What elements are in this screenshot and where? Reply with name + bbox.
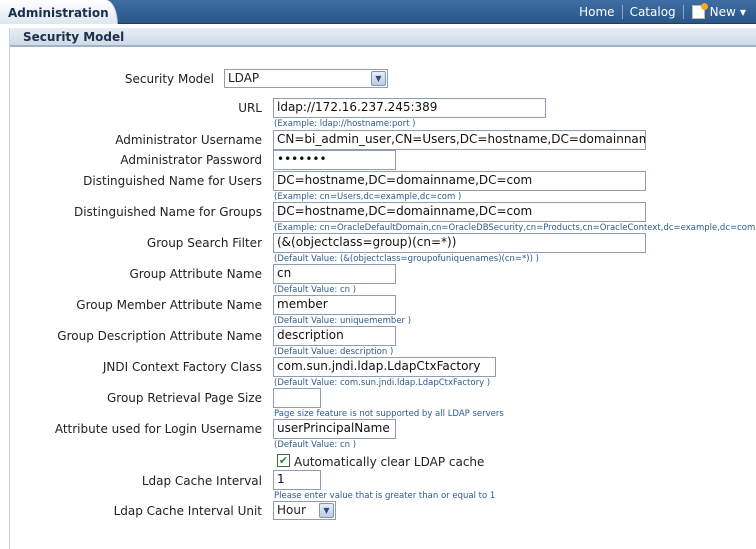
security-model-label: Security Model	[124, 72, 214, 86]
top-bar: Administration Home Catalog New ▼	[0, 0, 756, 24]
new-menu-button[interactable]: New ▼	[684, 3, 756, 19]
home-link[interactable]: Home	[572, 5, 621, 19]
dn-groups-input[interactable]: DC=hostname,DC=domainname,DC=com	[273, 202, 646, 222]
catalog-link[interactable]: Catalog	[623, 5, 683, 19]
group-member-attr-input[interactable]: member	[273, 295, 396, 315]
dn-groups-hint: (Example: cn=OracleDefaultDomain,cn=Orac…	[274, 223, 756, 233]
page-size-hint: Page size feature is not supported by al…	[274, 409, 504, 419]
page-size-label: Group Retrieval Page Size	[107, 391, 262, 405]
group-member-attr-label: Group Member Attribute Name	[76, 298, 262, 312]
dn-users-input[interactable]: DC=hostname,DC=domainname,DC=com	[273, 171, 646, 191]
group-attr-hint: (Default Value: cn )	[274, 285, 357, 295]
cache-unit-value: Hour	[277, 503, 306, 517]
group-filter-hint: (Default Value: (&(objectclass=groupofun…	[274, 254, 539, 264]
cache-interval-hint: Please enter value that is greater than …	[274, 491, 496, 501]
jndi-factory-label: JNDI Context Factory Class	[102, 360, 262, 374]
group-attr-label: Group Attribute Name	[129, 267, 262, 281]
url-input[interactable]: ldap://172.16.237.245:389	[273, 98, 546, 118]
cache-unit-label: Ldap Cache Interval Unit	[113, 504, 262, 518]
chevron-down-icon: ▼	[739, 7, 746, 17]
new-document-icon	[691, 3, 708, 19]
login-attr-input[interactable]: userPrincipalName	[273, 419, 396, 439]
security-model-select[interactable]: LDAP ▼	[224, 69, 388, 88]
login-attr-hint: (Default Value: cn )	[274, 440, 357, 450]
jndi-factory-input[interactable]: com.sun.jndi.ldap.LdapCtxFactory	[273, 357, 496, 377]
url-hint: (Example: ldap://hostname:port )	[274, 119, 416, 129]
chevron-down-icon[interactable]: ▼	[319, 503, 334, 518]
group-attr-input[interactable]: cn	[273, 264, 396, 284]
login-attr-label: Attribute used for Login Username	[54, 422, 262, 436]
admin-username-label: Administrator Username	[115, 133, 262, 147]
group-desc-attr-hint: (Default Value: description )	[274, 347, 394, 357]
tab-administration[interactable]: Administration	[0, 0, 118, 24]
dn-groups-label: Distinguished Name for Groups	[73, 205, 262, 219]
section-title: Security Model	[10, 28, 756, 47]
dn-users-hint: (Example: cn=Users,dc=example,dc=com )	[274, 192, 462, 202]
cache-interval-label: Ldap Cache Interval	[141, 474, 262, 488]
admin-password-input[interactable]: •••••••	[273, 150, 396, 170]
auto-clear-label: Automatically clear LDAP cache	[294, 455, 485, 469]
new-menu-label: New	[709, 5, 736, 19]
chevron-down-icon[interactable]: ▼	[371, 71, 386, 86]
group-filter-input[interactable]: (&(objectclass=group)(cn=*))	[273, 233, 646, 253]
global-nav: Home Catalog New ▼	[572, 0, 756, 24]
group-member-attr-hint: (Default Value: uniquemember )	[274, 316, 412, 326]
admin-password-label: Administrator Password	[120, 153, 262, 167]
group-filter-label: Group Search Filter	[146, 236, 262, 250]
jndi-factory-hint: (Default Value: com.sun.jndi.ldap.LdapCt…	[274, 378, 491, 388]
group-desc-attr-input[interactable]: description	[273, 326, 396, 346]
group-desc-attr-label: Group Description Attribute Name	[57, 329, 262, 343]
cache-interval-input[interactable]: 1	[273, 470, 321, 490]
security-model-value: LDAP	[228, 71, 260, 85]
cache-unit-select[interactable]: Hour ▼	[273, 501, 336, 520]
dn-users-label: Distinguished Name for Users	[83, 174, 262, 188]
page-size-input[interactable]	[273, 388, 321, 408]
admin-username-input[interactable]: CN=bi_admin_user,CN=Users,DC=hostname,DC…	[273, 130, 646, 150]
auto-clear-checkbox[interactable]: ✔	[277, 454, 290, 467]
url-label: URL	[238, 101, 262, 115]
